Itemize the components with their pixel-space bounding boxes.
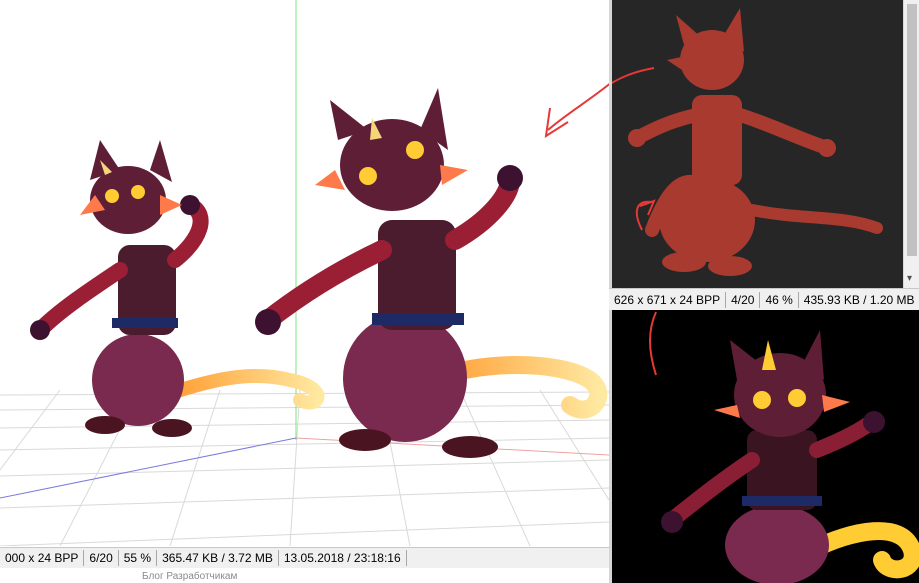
image-dimensions: 000 x 24 BPP bbox=[0, 550, 85, 566]
annotation-arrow-up bbox=[649, 311, 657, 376]
scroll-down-icon[interactable]: ▾ bbox=[907, 273, 912, 284]
background-page-text: Блог Разработчикам bbox=[142, 571, 238, 582]
image-index: 4/20 bbox=[726, 291, 761, 308]
left-status-bar: 000 x 24 BPP 6/20 55 % 365.47 KB / 3.72 … bbox=[0, 547, 609, 568]
zoom-level: 46 % bbox=[760, 291, 799, 308]
vertical-scrollbar[interactable]: ▾ bbox=[903, 0, 919, 288]
right-status-bar: 626 x 671 x 24 BPP 4/20 46 % 435.93 KB /… bbox=[609, 288, 919, 310]
background-page-strip: Блог Разработчикам bbox=[0, 568, 609, 583]
scrollbar-thumb[interactable] bbox=[907, 4, 917, 256]
character-model-left bbox=[30, 140, 325, 437]
right-top-image-viewer[interactable] bbox=[612, 0, 903, 288]
illustration-render bbox=[649, 311, 919, 583]
image-dimensions: 626 x 671 x 24 BPP bbox=[609, 291, 727, 308]
image-index: 6/20 bbox=[84, 550, 119, 566]
file-datetime: 13.05.2018 / 23:18:16 bbox=[279, 550, 407, 566]
character-illustration bbox=[661, 330, 919, 583]
ground-grid bbox=[0, 389, 609, 546]
file-size: 435.93 KB / 1.20 MB bbox=[799, 292, 919, 308]
file-size: 365.47 KB / 3.72 MB bbox=[157, 550, 279, 566]
annotation-arrow-top bbox=[612, 67, 655, 84]
sculpt-render bbox=[612, 8, 883, 276]
viewport-render bbox=[0, 0, 609, 546]
annotation-arrow-left bbox=[547, 83, 609, 131]
clay-sculpt-model bbox=[628, 8, 883, 276]
zoom-level: 55 % bbox=[119, 550, 158, 566]
right-bottom-image-viewer[interactable] bbox=[612, 310, 919, 583]
left-image-viewer[interactable] bbox=[0, 0, 609, 546]
